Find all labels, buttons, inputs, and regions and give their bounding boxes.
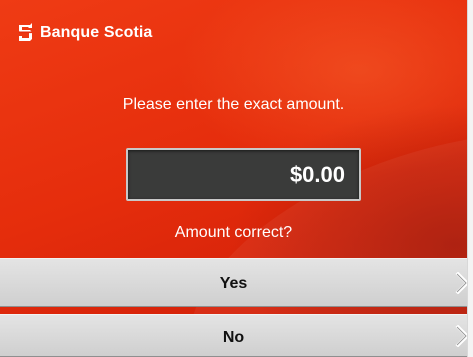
no-button[interactable]: No — [0, 314, 467, 357]
atm-screen: Banque Scotia Please enter the exact amo… — [0, 0, 467, 357]
amount-value: $0.00 — [289, 162, 345, 187]
amount-display: $0.00 — [126, 148, 361, 201]
screen-bezel-edge — [467, 0, 473, 357]
yes-button[interactable]: Yes — [0, 258, 467, 307]
amount-correct-question: Amount correct? — [174, 224, 293, 241]
brand-name: Banque Scotia — [40, 23, 153, 41]
no-button-label: No — [222, 329, 245, 346]
brand-header: Banque Scotia — [17, 22, 152, 43]
yes-button-label: Yes — [219, 275, 248, 292]
scotiabank-logo-icon — [19, 23, 32, 41]
chevron-right-icon — [455, 325, 467, 347]
chevron-right-icon — [455, 272, 467, 294]
amount-prompt: Please enter the exact amount. — [122, 96, 345, 113]
